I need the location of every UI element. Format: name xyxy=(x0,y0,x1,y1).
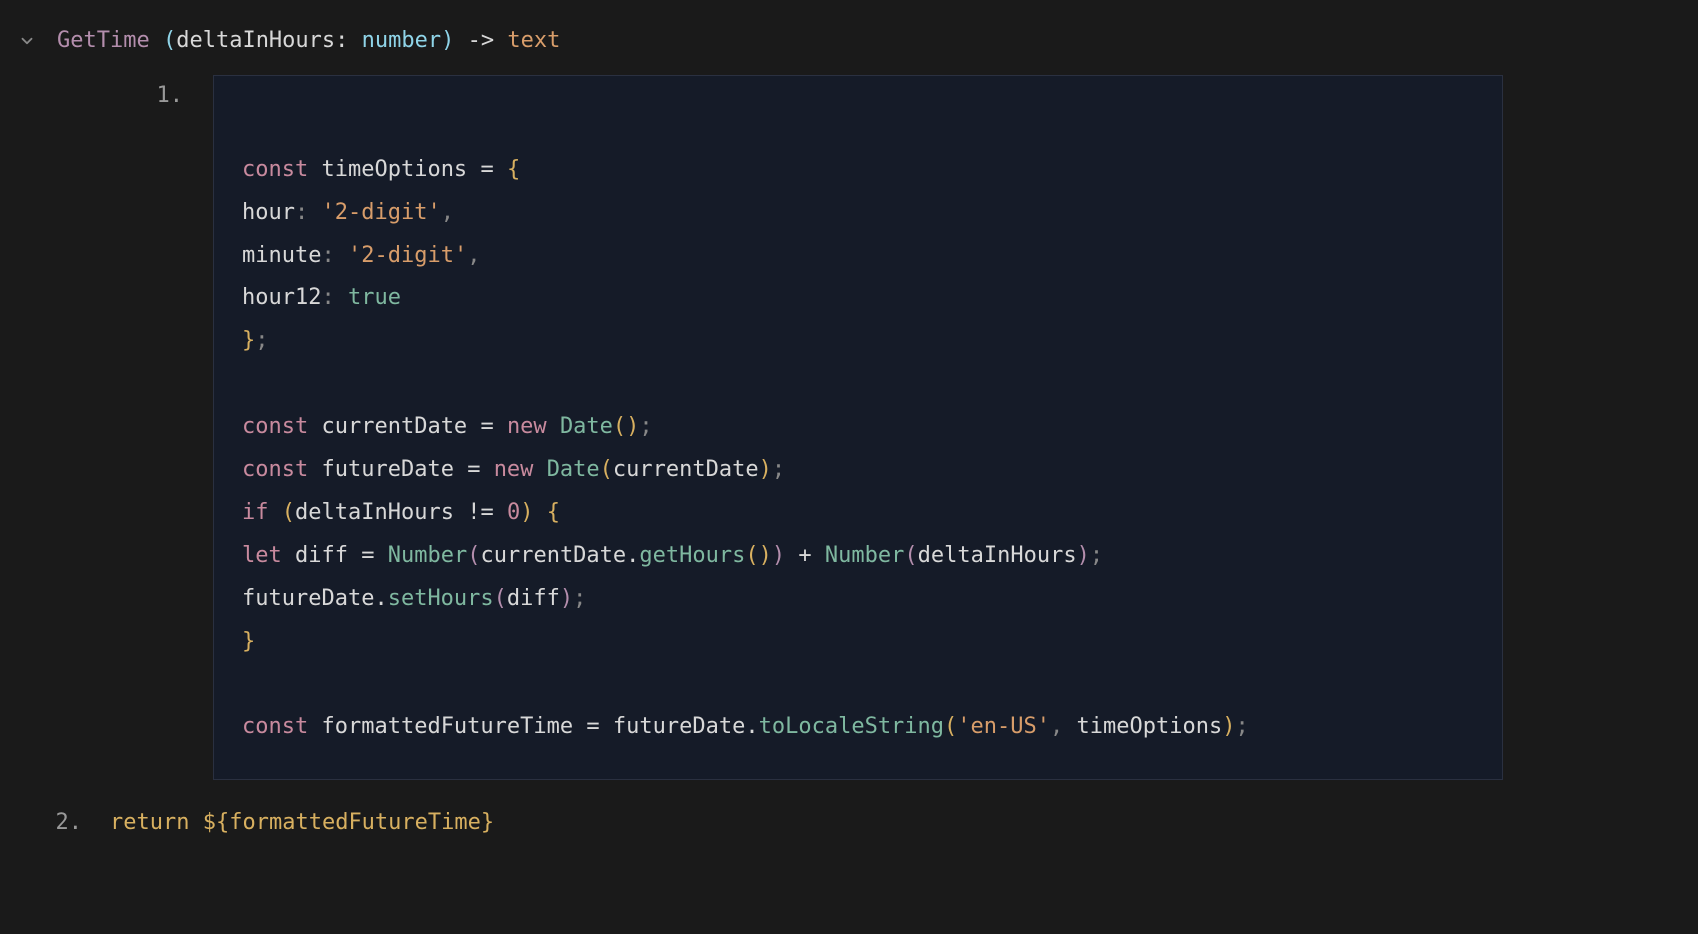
code-line-11: } xyxy=(242,621,1474,664)
return-statement: return ${formattedFutureTime} xyxy=(110,802,494,845)
param-type: number xyxy=(362,28,441,53)
function-name: GetTime xyxy=(57,28,150,53)
return-keyword: return xyxy=(110,810,189,835)
code-line-3: minute: '2-digit', xyxy=(242,235,1474,278)
open-paren: ( xyxy=(163,28,176,53)
step-1-number: 1. xyxy=(157,83,184,108)
code-line-5: }; xyxy=(242,320,1474,363)
blank-line xyxy=(242,663,1474,706)
template-open: ${ xyxy=(203,810,230,835)
function-signature-row: GetTime (deltaInHours: number) -> text xyxy=(15,20,1683,63)
step-1-container: 1. const timeOptions = { hour: '2-digit'… xyxy=(125,75,1683,780)
code-line-10: futureDate.setHours(diff); xyxy=(242,578,1474,621)
step-2-gutter: 2. xyxy=(50,802,110,845)
template-close: } xyxy=(481,810,494,835)
code-line-6: const currentDate = new Date(); xyxy=(242,406,1474,449)
code-line-7: const futureDate = new Date(currentDate)… xyxy=(242,449,1474,492)
code-line-2: hour: '2-digit', xyxy=(242,192,1474,235)
code-line-4: hour12: true xyxy=(242,277,1474,320)
code-block[interactable]: const timeOptions = { hour: '2-digit', m… xyxy=(213,75,1503,780)
close-paren: ) xyxy=(441,28,454,53)
step-2-container: 2. return ${formattedFutureTime} xyxy=(50,802,1683,845)
code-line-9: let diff = Number(currentDate.getHours()… xyxy=(242,535,1474,578)
collapse-chevron-icon[interactable] xyxy=(15,29,39,53)
blank-line xyxy=(242,106,1474,149)
step-2-number: 2. xyxy=(56,810,83,835)
template-variable: formattedFutureTime xyxy=(229,810,481,835)
code-line-1: const timeOptions = { xyxy=(242,149,1474,192)
code-line-12: const formattedFutureTime = futureDate.t… xyxy=(242,706,1474,749)
param-name: deltaInHours xyxy=(176,28,335,53)
arrow: -> xyxy=(468,28,495,53)
return-type: text xyxy=(507,28,560,53)
code-line-8: if (deltaInHours != 0) { xyxy=(242,492,1474,535)
blank-line xyxy=(242,363,1474,406)
step-1-gutter: 1. xyxy=(125,75,213,780)
function-signature: GetTime (deltaInHours: number) -> text xyxy=(57,20,560,63)
